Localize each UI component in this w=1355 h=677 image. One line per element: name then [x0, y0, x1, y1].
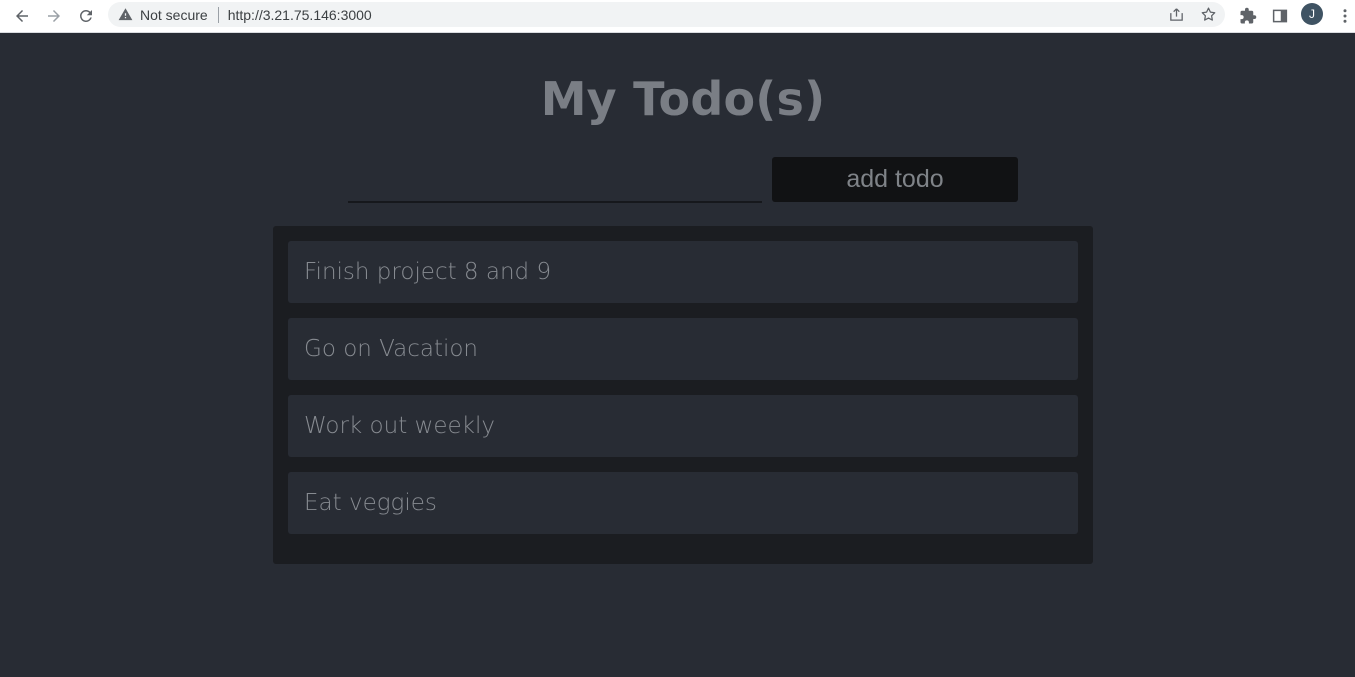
back-arrow-icon	[16, 10, 28, 22]
side-panel-button[interactable]	[1268, 4, 1292, 28]
todo-input[interactable]	[348, 158, 762, 203]
todo-item-text: Work out weekly	[304, 413, 495, 439]
todo-list: Finish project 8 and 9 Go on Vacation Wo…	[273, 226, 1093, 564]
address-bar[interactable]: Not secure http://3.21.75.146:3000	[108, 2, 1225, 27]
browser-menu-button[interactable]	[1333, 4, 1355, 28]
todo-item[interactable]: Work out weekly	[288, 395, 1078, 457]
todo-item-text: Finish project 8 and 9	[304, 259, 552, 285]
todo-item-text: Go on Vacation	[304, 336, 479, 362]
todo-item[interactable]: Eat veggies	[288, 472, 1078, 534]
address-divider	[217, 6, 219, 23]
page-title: My Todo(s)	[540, 72, 826, 126]
share-button[interactable]	[1167, 6, 1185, 24]
forward-arrow-icon	[48, 10, 60, 22]
url-text[interactable]: http://3.21.75.146:3000	[228, 7, 372, 23]
security-label: Not secure	[140, 6, 208, 23]
more-vert-icon	[1343, 9, 1347, 23]
reload-button[interactable]	[74, 4, 98, 28]
extensions-button[interactable]	[1236, 4, 1260, 28]
add-todo-button[interactable]: add todo	[772, 157, 1018, 202]
todo-item[interactable]: Go on Vacation	[288, 318, 1078, 380]
todo-item-text: Eat veggies	[304, 490, 437, 516]
share-icon	[1169, 8, 1183, 21]
todo-item[interactable]: Finish project 8 and 9	[288, 241, 1078, 303]
address-bar-actions	[1167, 2, 1217, 27]
bookmark-button[interactable]	[1199, 6, 1217, 24]
back-button[interactable]	[10, 4, 34, 28]
star-icon	[1201, 7, 1215, 21]
reload-icon	[79, 9, 92, 22]
warning-icon	[118, 8, 133, 21]
side-panel-icon	[1272, 9, 1288, 23]
site-security-indicator[interactable]: Not secure	[118, 2, 208, 27]
profile-avatar[interactable]: J	[1301, 3, 1323, 25]
forward-button[interactable]	[42, 4, 66, 28]
extensions-icon	[1240, 7, 1257, 24]
browser-toolbar: Not secure http://3.21.75.146:3000 J	[0, 0, 1355, 33]
